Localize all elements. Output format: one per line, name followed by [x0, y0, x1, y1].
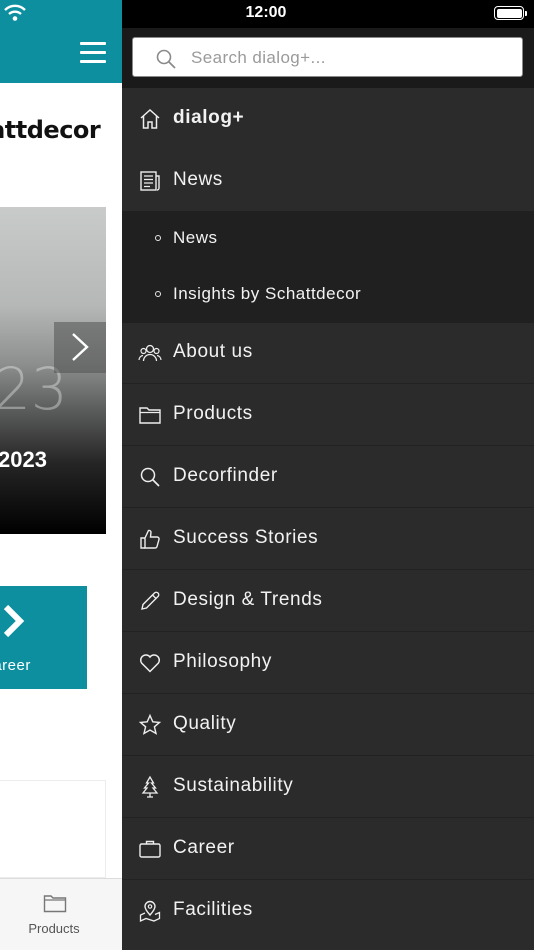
brand-logo: Schattdecor: [0, 116, 101, 144]
menu-item-sustainability[interactable]: Sustainability: [122, 756, 534, 818]
app-header: [0, 0, 122, 83]
menu-item-quality[interactable]: Quality: [122, 694, 534, 756]
bullet-icon: [155, 235, 161, 241]
tree-icon: [141, 775, 159, 798]
submenu-item-news[interactable]: News: [122, 211, 534, 267]
search-input[interactable]: [191, 44, 511, 72]
menu-item-dialog[interactable]: dialog+: [122, 88, 534, 150]
menu-item-label: Products: [173, 403, 253, 424]
star-icon: [138, 713, 162, 735]
content-card[interactable]: [0, 780, 106, 878]
search-icon: [140, 467, 160, 487]
background-app: Schattdecor 23 2023 Career Products: [0, 0, 122, 950]
submenu-item-insights[interactable]: Insights by Schattdecor: [122, 267, 534, 323]
home-icon: [140, 108, 160, 129]
search-bar: [122, 28, 534, 88]
folder-icon[interactable]: [43, 893, 67, 913]
bullet-icon: [155, 291, 161, 297]
search-icon: [156, 49, 176, 69]
search-field[interactable]: [132, 37, 523, 77]
tab-bar: [0, 878, 122, 950]
menu-item-products[interactable]: Products: [122, 384, 534, 446]
menu-item-about-us[interactable]: About us: [122, 322, 534, 384]
status-bar: [122, 0, 534, 28]
menu-item-label: Philosophy: [173, 651, 272, 672]
side-menu: dialog+ News News Insights by Schattdeco…: [122, 28, 534, 950]
folder-icon: [139, 407, 161, 424]
status-time: 12:00: [245, 4, 287, 21]
tab-products[interactable]: Products: [0, 921, 108, 936]
people-icon: [138, 344, 162, 362]
menu-item-label: News: [173, 169, 223, 190]
menu-item-label: dialog+: [173, 107, 245, 128]
pencil-icon: [141, 591, 160, 610]
menu-item-label: Facilities: [173, 899, 253, 920]
chevron-right-icon: [3, 604, 25, 638]
career-tile-label: Career: [0, 657, 31, 674]
menu-item-label: Quality: [173, 713, 237, 734]
menu-item-career[interactable]: Career: [122, 818, 534, 880]
menu-item-design-trends[interactable]: Design & Trends: [122, 570, 534, 632]
menu-item-label: Decorfinder: [173, 465, 278, 486]
menu-item-label: Success Stories: [173, 527, 319, 548]
wifi-icon: [4, 4, 26, 21]
menu-item-label: Sustainability: [173, 775, 294, 796]
menu-item-label: Career: [173, 837, 235, 858]
map-pin-icon: [139, 900, 161, 923]
menu-item-label: About us: [173, 341, 253, 362]
menu-item-facilities[interactable]: Facilities: [122, 880, 534, 942]
briefcase-icon: [139, 840, 161, 858]
battery-icon: [494, 6, 527, 20]
thumbs-up-icon: [140, 529, 160, 549]
heart-icon: [139, 654, 161, 673]
menu-item-news[interactable]: News: [122, 150, 534, 212]
newspaper-icon: [140, 171, 160, 191]
menu-item-decorfinder[interactable]: Decorfinder: [122, 446, 534, 508]
hero-next-button[interactable]: [54, 322, 106, 373]
submenu-item-label: Insights by Schattdecor: [173, 284, 362, 303]
submenu-item-label: News: [173, 228, 218, 247]
menu-item-label: Design & Trends: [173, 589, 323, 610]
menu-item-philosophy[interactable]: Philosophy: [122, 632, 534, 694]
hamburger-menu-button[interactable]: [80, 42, 106, 64]
hero-year: 2023: [0, 447, 47, 472]
menu-item-success-stories[interactable]: Success Stories: [122, 508, 534, 570]
chevron-right-icon: [72, 333, 89, 361]
